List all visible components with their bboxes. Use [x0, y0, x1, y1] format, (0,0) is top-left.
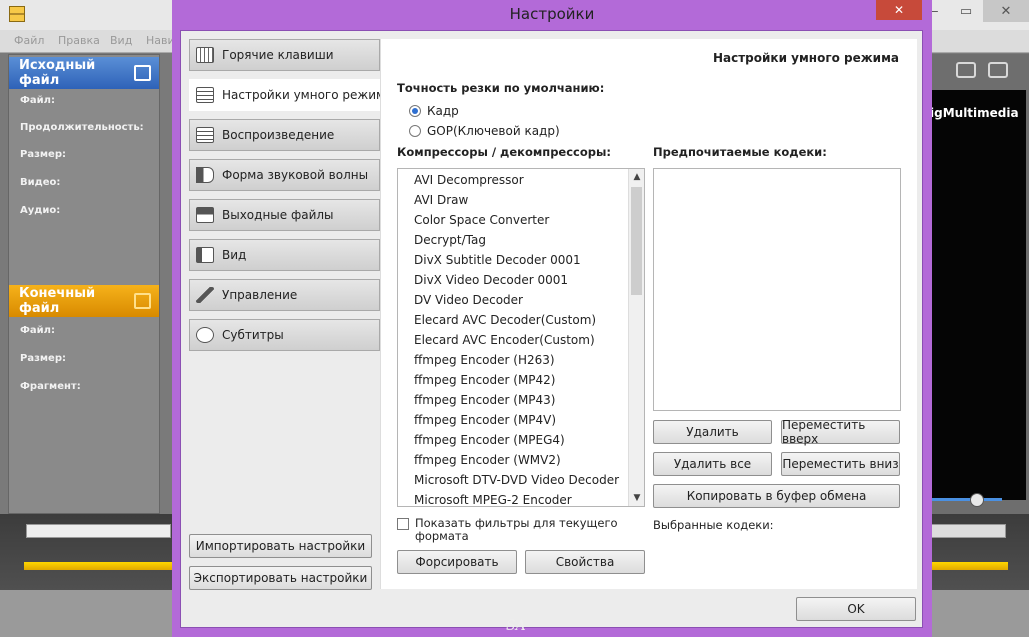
dialog-close-button[interactable]: ✕: [876, 0, 922, 20]
timeline-scrollbar[interactable]: [26, 524, 171, 538]
list-item[interactable]: ffmpeg Encoder (WMV2): [398, 450, 644, 470]
delete-button[interactable]: Удалить: [653, 420, 772, 444]
radio-frame-indicator[interactable]: [409, 105, 421, 117]
keyboard-icon: [196, 47, 214, 63]
wrench-icon: [196, 287, 214, 303]
list-item[interactable]: DivX Subtitle Decoder 0001: [398, 250, 644, 270]
export-settings-button[interactable]: Экспортировать настройки: [189, 566, 372, 590]
source-file-field: Файл:: [20, 95, 55, 106]
output-file-header[interactable]: Конечный файл: [9, 285, 159, 317]
precision-label: Точность резки по умолчанию:: [397, 81, 605, 95]
list-item[interactable]: Microsoft DTV-DVD Video Decoder: [398, 470, 644, 490]
list-item[interactable]: Color Space Converter: [398, 210, 644, 230]
camera-icon[interactable]: [956, 62, 976, 78]
timeline-progress-left: [24, 562, 174, 570]
list-item[interactable]: DivX Video Decoder 0001: [398, 270, 644, 290]
force-button[interactable]: Форсировать: [397, 550, 517, 574]
preferred-codecs-list[interactable]: [653, 168, 901, 411]
file-info-panel: Исходный файл Файл: Продолжительность: Р…: [8, 54, 160, 514]
source-file-header[interactable]: Исходный файл: [9, 57, 159, 89]
selected-codecs-label: Выбранные кодеки:: [653, 518, 774, 532]
speech-bubble-icon: [196, 327, 214, 343]
list-item[interactable]: Elecard AVC Decoder(Custom): [398, 310, 644, 330]
radio-gop[interactable]: GOP(Ключевой кадр): [409, 124, 560, 138]
volume-slider-track[interactable]: [932, 498, 1002, 501]
watermark: SA: [506, 618, 526, 634]
compressors-scrollbar[interactable]: ▲ ▼: [628, 169, 644, 506]
menu-navigation[interactable]: Нави: [146, 34, 175, 47]
source-audio-field: Аудио:: [20, 205, 61, 216]
menu-file[interactable]: Файл: [14, 34, 44, 47]
zoom-controls[interactable]: [930, 524, 1006, 538]
output-file-field: Файл:: [20, 325, 55, 336]
volume-slider-thumb[interactable]: [970, 493, 984, 507]
list-item[interactable]: Decrypt/Tag: [398, 230, 644, 250]
import-settings-button[interactable]: Импортировать настройки: [189, 534, 372, 558]
nav-output-files[interactable]: Выходные файлы: [189, 199, 380, 231]
close-icon[interactable]: ✕: [983, 0, 1029, 22]
list-item[interactable]: ffmpeg Encoder (H263): [398, 350, 644, 370]
radio-gop-indicator[interactable]: [409, 125, 421, 137]
move-up-button[interactable]: Переместить вверх: [781, 418, 900, 446]
folder-icon[interactable]: [133, 65, 151, 81]
properties-button[interactable]: Свойства: [525, 550, 645, 574]
scrollbar-thumb[interactable]: [631, 187, 642, 295]
list-item[interactable]: AVI Draw: [398, 190, 644, 210]
timeline-strip-right: [932, 590, 1029, 637]
film-icon: [196, 87, 214, 103]
source-video-field: Видео:: [20, 177, 61, 188]
scroll-up-icon[interactable]: ▲: [629, 169, 644, 185]
source-size-field: Размер:: [20, 149, 67, 160]
scroll-down-icon[interactable]: ▼: [629, 490, 644, 506]
list-item[interactable]: ffmpeg Encoder (MP43): [398, 390, 644, 410]
ok-button[interactable]: OK: [796, 597, 916, 621]
smart-mode-panel: Настройки умного режима Точность резки п…: [380, 39, 917, 589]
source-duration-field: Продолжительность:: [20, 122, 144, 133]
maximize-icon[interactable]: ▭: [949, 0, 983, 22]
list-item[interactable]: ffmpeg Encoder (MP4V): [398, 410, 644, 430]
nav-view[interactable]: Вид: [189, 239, 380, 271]
dialog-body: Горячие клавиши Настройки умного режима …: [180, 30, 923, 628]
view-icon: [196, 247, 214, 263]
output-fragment-field: Фрагмент:: [20, 381, 81, 392]
save-icon: [196, 207, 214, 223]
nav-subtitles[interactable]: Субтитры: [189, 319, 380, 351]
list-item[interactable]: ffmpeg Encoder (MPEG4): [398, 430, 644, 450]
output-size-field: Размер:: [20, 353, 67, 364]
video-preview[interactable]: [930, 90, 1026, 500]
nav-hotkeys[interactable]: Горячие клавиши: [189, 39, 380, 71]
list-item[interactable]: DV Video Decoder: [398, 290, 644, 310]
copy-to-clipboard-button[interactable]: Копировать в буфер обмена: [653, 484, 900, 508]
compressors-list[interactable]: AVI Decompressor AVI Draw Color Space Conv…: [397, 168, 645, 507]
app-window-controls: — ▭ ✕: [915, 0, 1029, 22]
preferred-codecs-label: Предпочитаемые кодеки:: [653, 145, 827, 159]
nav-playback[interactable]: Воспроизведение: [189, 119, 380, 151]
list-item[interactable]: Elecard AVC Encoder(Custom): [398, 330, 644, 350]
show-filters-checkbox-box[interactable]: [397, 518, 409, 530]
list-item[interactable]: AVI Decompressor: [398, 170, 644, 190]
timeline-progress-right: [932, 562, 1008, 570]
panel-header: Настройки умного режима: [712, 51, 899, 65]
list-item[interactable]: ffmpeg Encoder (MP42): [398, 370, 644, 390]
compressors-label: Компрессоры / декомпрессоры:: [397, 145, 611, 159]
save-icon[interactable]: [133, 293, 151, 309]
radio-frame[interactable]: Кадр: [409, 104, 459, 118]
snapshot-icon[interactable]: [988, 62, 1008, 78]
nav-waveform[interactable]: Форма звуковой волны: [189, 159, 380, 191]
delete-all-button[interactable]: Удалить все: [653, 452, 772, 476]
film-icon: [196, 127, 214, 143]
menu-edit[interactable]: Правка: [58, 34, 100, 47]
video-overlay-text: igMultimedia: [930, 106, 1019, 120]
dialog-title: Настройки: [509, 5, 595, 23]
nav-controls[interactable]: Управление: [189, 279, 380, 311]
app-logo-icon: [9, 6, 25, 22]
show-filters-checkbox[interactable]: Показать фильтры для текущего формата: [397, 517, 630, 543]
menu-view[interactable]: Вид: [110, 34, 132, 47]
timeline-strip-left: [0, 590, 172, 637]
nav-smart-mode[interactable]: Настройки умного режима: [189, 79, 392, 111]
settings-dialog: Настройки ✕ Горячие клавиши Настройки ум…: [172, 0, 932, 637]
list-item[interactable]: Microsoft MPEG-2 Encoder: [398, 490, 644, 506]
speaker-icon: [196, 167, 214, 183]
move-down-button[interactable]: Переместить вниз: [781, 452, 900, 476]
